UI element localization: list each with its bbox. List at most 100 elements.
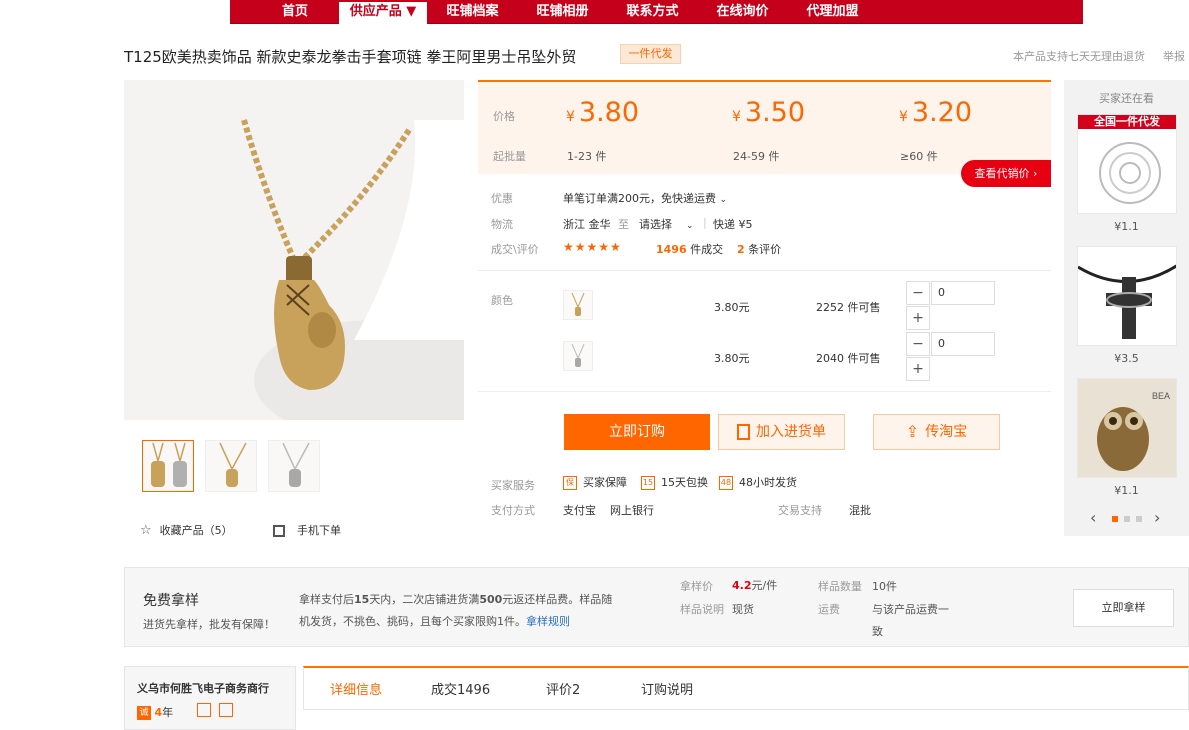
sample-price-label: 拿样价: [680, 580, 713, 593]
sample-subtitle: 进货先拿样，批发有保障！: [143, 618, 275, 631]
qty-minus-button[interactable]: −: [906, 332, 930, 356]
discount-text[interactable]: 单笔订单满200元，免快递运费 ⌄: [563, 190, 727, 206]
qty-tier-1: 1-23 件: [567, 150, 607, 163]
divider: |: [703, 216, 707, 229]
price-tier-3: ¥3.20: [899, 97, 973, 128]
detail-tabs: 详细信息 成交1496 评价2 订购说明: [303, 666, 1189, 710]
add-to-list-button[interactable]: 加入进货单: [718, 414, 845, 450]
sample-title: 免费拿样: [143, 593, 199, 609]
buy-now-button[interactable]: 立即订购: [564, 414, 710, 450]
nav-products[interactable]: 供应产品 ▼: [339, 2, 427, 24]
mobile-order-button[interactable]: 手机下单: [273, 522, 341, 538]
nav-contact[interactable]: 联系方式: [620, 0, 685, 24]
thumbnail-1[interactable]: [142, 440, 194, 492]
nav-home[interactable]: 首页: [270, 0, 320, 24]
sample-freight-line1: 与该产品运费一: [872, 603, 949, 616]
destination-select[interactable]: 请选择 ⌄: [639, 216, 694, 232]
reviews-count[interactable]: 2 条评价: [737, 241, 781, 257]
qty-input[interactable]: 0: [931, 281, 995, 305]
service-buyer-protect[interactable]: 保买家保障: [563, 474, 627, 490]
deals-count[interactable]: 1496 件成交: [656, 241, 723, 257]
chevron-right-icon[interactable]: ›: [1154, 508, 1160, 527]
qty-tier-2: 24-59 件: [733, 150, 780, 163]
qty-plus-button[interactable]: +: [906, 357, 930, 381]
chevron-down-icon: ⌄: [686, 221, 694, 231]
qty-minus-button[interactable]: −: [906, 281, 930, 305]
discount-label: 优惠: [491, 192, 513, 205]
qty-plus-button[interactable]: +: [906, 306, 930, 330]
trade-value: 混批: [849, 504, 871, 517]
sku-stock: 2040 件可售: [816, 352, 881, 365]
recommend-item-3[interactable]: BEA: [1077, 378, 1177, 478]
trade-label: 交易支持: [778, 504, 822, 517]
sku-image-silver[interactable]: [563, 341, 593, 371]
report-link[interactable]: 举报: [1163, 48, 1185, 64]
thumbnail-2[interactable]: [205, 440, 257, 492]
nav-shop-profile[interactable]: 旺铺档案: [440, 0, 505, 24]
color-label: 颜色: [491, 294, 513, 307]
shield-icon: [197, 703, 211, 717]
price-tier-2: ¥3.50: [732, 97, 806, 128]
tab-details[interactable]: 详细信息: [330, 679, 382, 698]
taobao-button[interactable]: ⇪ 传淘宝: [873, 414, 1000, 450]
owl-pendant-image: BEA: [1078, 379, 1176, 477]
recommend-item-2[interactable]: [1077, 246, 1177, 346]
carousel-dot-active[interactable]: [1112, 516, 1118, 522]
sample-freight-line2: 致: [872, 625, 883, 638]
tab-reviews[interactable]: 评价2: [546, 679, 580, 698]
sample-price: 4.2元/件: [732, 579, 778, 592]
sku-image-gold[interactable]: [563, 290, 593, 320]
sku-price: 3.80元: [714, 352, 750, 365]
tab-order-info[interactable]: 订购说明: [641, 679, 693, 698]
sample-freight-label: 运费: [818, 603, 840, 616]
payment-methods: 支付宝 网上银行: [563, 504, 654, 517]
recommend-title: 买家还在看: [1099, 92, 1154, 105]
dropship-tag: 一件代发: [620, 44, 681, 64]
service-15-days[interactable]: 15 15天包换: [641, 474, 708, 490]
nav-inquiry[interactable]: 在线询价: [710, 0, 775, 24]
nav-agent[interactable]: 代理加盟: [800, 0, 865, 24]
taobao-label: 传淘宝: [925, 424, 968, 440]
chevron-left-icon[interactable]: ‹: [1090, 508, 1096, 527]
clock-48-icon: 48: [719, 476, 733, 490]
get-sample-button[interactable]: 立即拿样: [1073, 589, 1174, 627]
recommend-price: ¥3.5: [1114, 352, 1139, 365]
carousel-dot[interactable]: [1124, 516, 1130, 522]
qty-input[interactable]: 0: [931, 332, 995, 356]
upload-icon: ⇪: [905, 422, 920, 441]
qty-tier-3: ≥60 件: [900, 150, 938, 163]
shop-name[interactable]: 义乌市何胜飞电子商务商行: [137, 680, 269, 696]
star-outline-icon: ☆: [140, 523, 152, 538]
nav-shop-album[interactable]: 旺铺相册: [530, 0, 595, 24]
sample-note-label: 样品说明: [680, 603, 724, 616]
express-fee: 快递 ¥5: [713, 218, 753, 231]
payment-label: 支付方式: [491, 504, 535, 517]
sample-rules-link[interactable]: 拿样规则: [526, 615, 570, 628]
service-48-hours[interactable]: 48 48小时发货: [719, 474, 797, 490]
free-sample-panel: 免费拿样 进货先拿样，批发有保障！ 拿样支付后15天内，二次店铺进货满500元返…: [124, 567, 1189, 647]
recommend-price: ¥1.1: [1114, 484, 1139, 497]
carousel-dot[interactable]: [1136, 516, 1142, 522]
main-product-image[interactable]: [124, 80, 464, 420]
return-policy: 本产品支持七天无理由退货: [1013, 50, 1145, 63]
price-tier-1: ¥3.80: [566, 97, 640, 128]
recommend-item-1[interactable]: 全国一件代发: [1077, 114, 1177, 214]
tab-deals[interactable]: 成交1496: [431, 679, 490, 698]
thumbnail-image: [282, 442, 310, 487]
price-panel: 价格 起批量 ¥3.80 ¥3.50 ¥3.20 1-23 件 24-59 件 …: [478, 80, 1051, 174]
credit-badge-icon: 诚: [137, 706, 151, 720]
origin-text: 浙江 金华: [563, 218, 611, 231]
thumbnail-image: [151, 442, 187, 487]
favorite-label: 收藏产品（5）: [159, 524, 233, 537]
thumbnail-image: [219, 442, 247, 487]
qrcode-icon: [273, 525, 285, 537]
agent-price-button[interactable]: 查看代销价 ›: [961, 160, 1051, 187]
shield-icon: 保: [563, 476, 577, 490]
cross-pendant-image: [1078, 264, 1176, 339]
sku-thumbnail: [571, 292, 585, 316]
thumbnail-3[interactable]: [268, 440, 320, 492]
to-text: 至: [618, 218, 629, 231]
sample-note: 现货: [732, 603, 754, 616]
favorite-button[interactable]: ☆ 收藏产品（5）: [140, 522, 233, 538]
top-nav: 首页 供应产品 ▼ 旺铺档案 旺铺相册 联系方式 在线询价 代理加盟: [230, 0, 1083, 24]
